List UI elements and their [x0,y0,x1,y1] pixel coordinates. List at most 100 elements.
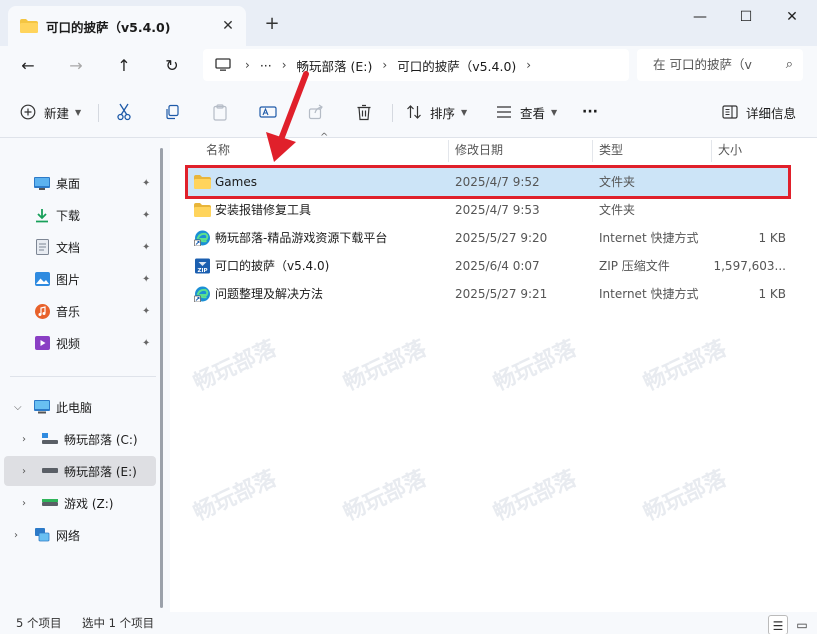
sidebar-scrollbar[interactable] [160,148,163,608]
pin-icon: ✦ [142,273,151,285]
details-view-button[interactable]: ☰ [768,615,788,634]
up-button[interactable]: ↑ [110,54,138,78]
tab-title: 可口的披萨（v5.4.0) [46,19,171,35]
pin-icon: ✦ [142,241,151,253]
column-header-name[interactable]: 名称 [206,138,230,162]
chevron-down-icon: ▼ [551,107,558,117]
file-name: 安装报错修复工具 [215,203,312,217]
file-row-platform-link[interactable]: 畅玩部落-精品游戏资源下载平台 2025/5/27 9:20 Internet … [188,224,788,252]
sidebar-item-drive-z[interactable]: › 游戏 (Z:) [4,488,156,518]
copy-icon [162,102,182,122]
sidebar-item-desktop[interactable]: 桌面 ✦ [4,168,156,198]
file-date: 2025/5/27 9:21 [455,287,548,301]
watermark: 畅玩部落 [639,466,731,527]
file-row-repair-tool[interactable]: 安装报错修复工具 2025/4/7 9:53 文件夹 [188,196,788,224]
divider [98,104,99,122]
file-type: 文件夹 [599,203,636,217]
file-row-faq-link[interactable]: 问题整理及解决方法 2025/5/27 9:21 Internet 快捷方式 1… [188,280,788,308]
sidebar-item-network[interactable]: › 网络 [4,520,156,550]
chevron-right-icon[interactable]: › [22,498,26,509]
more-button[interactable]: ··· [582,100,598,124]
sidebar-item-downloads[interactable]: 下载 ✦ [4,200,156,230]
sidebar-item-music[interactable]: 音乐 ✦ [4,296,156,326]
sidebar-item-label: 此电脑 [56,400,93,415]
forward-button[interactable]: → [62,54,90,78]
sidebar-item-pictures[interactable]: 图片 ✦ [4,264,156,294]
copy-button[interactable] [162,100,182,124]
watermark: 畅玩部落 [489,466,581,527]
system-drive-icon [42,431,58,447]
sidebar-item-drive-e[interactable]: › 畅玩部落 (E:) [4,456,156,486]
details-pane-icon [720,102,740,122]
pin-icon: ✦ [142,305,151,317]
refresh-button[interactable]: ↻ [158,54,186,78]
breadcrumb-separator[interactable]: › [245,58,250,72]
status-bar: 5 个项目 | 选中 1 个项目 ☰ ▭ [0,612,817,634]
document-icon [34,239,50,255]
back-button[interactable]: ← [14,54,42,78]
new-tab-button[interactable]: + [262,14,282,34]
file-date: 2025/6/4 0:07 [455,259,540,273]
sidebar-item-label: 图片 [56,272,81,287]
chevron-right-icon[interactable]: › [14,530,18,541]
sidebar-item-drive-c[interactable]: › 畅玩部落 (C:) [4,424,156,454]
file-name: 可口的披萨（v5.4.0) [215,259,330,273]
file-type: ZIP 压缩文件 [599,259,670,273]
active-tab[interactable]: 可口的披萨（v5.4.0) ✕ [8,6,246,46]
close-tab-icon[interactable]: ✕ [218,16,238,36]
network-icon [34,527,50,543]
plus-circle-icon [18,102,38,122]
minimize-button[interactable]: — [677,4,723,30]
sidebar-item-documents[interactable]: 文档 ✦ [4,232,156,262]
view-button[interactable]: 查看 ▼ [494,100,557,124]
breadcrumb-separator[interactable]: › [382,58,387,72]
file-row-games[interactable]: Games 2025/4/7 9:52 文件夹 [185,165,791,199]
column-header-date[interactable]: 修改日期 [455,138,503,162]
sidebar-item-videos[interactable]: 视频 ✦ [4,328,156,358]
file-row-zip[interactable]: ZIP 可口的披萨（v5.4.0) 2025/6/4 0:07 ZIP 压缩文件… [188,252,788,280]
desktop-icon [34,175,50,191]
watermark: 畅玩部落 [339,466,431,527]
sidebar-item-this-pc[interactable]: ⌵ 此电脑 [4,392,156,422]
scissors-icon [114,102,134,122]
annotation-arrow [266,71,309,162]
chevron-right-icon[interactable]: › [22,434,26,445]
maximize-button[interactable]: ☐ [723,4,769,30]
download-icon [34,207,50,223]
sort-icon [404,102,424,122]
paste-button[interactable] [210,100,230,124]
column-divider[interactable] [592,140,593,162]
chevron-right-icon[interactable]: › [22,466,26,477]
music-icon [34,303,50,319]
column-header-type[interactable]: 类型 [599,138,623,162]
pin-icon: ✦ [142,209,151,221]
close-window-button[interactable]: ✕ [769,4,815,30]
sort-button[interactable]: 排序 ▼ [404,100,467,124]
edge-shortcut-icon [194,230,210,246]
computer-icon[interactable] [215,58,231,72]
details-pane-button[interactable]: 详细信息 [720,100,796,124]
column-header-size[interactable]: 大小 [718,138,742,162]
column-divider[interactable] [448,140,449,162]
chevron-down-icon: ▼ [75,107,82,117]
column-divider[interactable] [711,140,712,162]
chevron-down-icon[interactable]: ⌵ [14,402,22,413]
search-input[interactable]: 在 可口的披萨（v ⌕ [637,49,803,81]
file-size: 1,597,603... [713,259,786,273]
svg-text:ZIP: ZIP [197,268,207,274]
breadcrumb-separator[interactable]: › [526,58,531,72]
zip-icon: ZIP [195,258,210,274]
watermark: 畅玩部落 [339,336,431,397]
search-icon[interactable]: ⌕ [786,49,793,81]
large-icons-view-button[interactable]: ▭ [792,615,812,634]
file-type: Internet 快捷方式 [599,231,699,245]
computer-icon [34,399,50,415]
breadcrumb-current-folder[interactable]: 可口的披萨（v5.4.0) [397,56,516,75]
cut-button[interactable] [114,100,134,124]
delete-button[interactable] [354,100,374,124]
command-bar: 新建 ▼ 排序 ▼ 查看 ▼ ··· 详细信息 [0,86,817,138]
file-date: 2025/4/7 9:52 [455,175,540,189]
new-button[interactable]: 新建 ▼ [18,100,81,124]
item-count: 5 个项目 [16,616,62,630]
file-size: 1 KB [758,231,786,245]
